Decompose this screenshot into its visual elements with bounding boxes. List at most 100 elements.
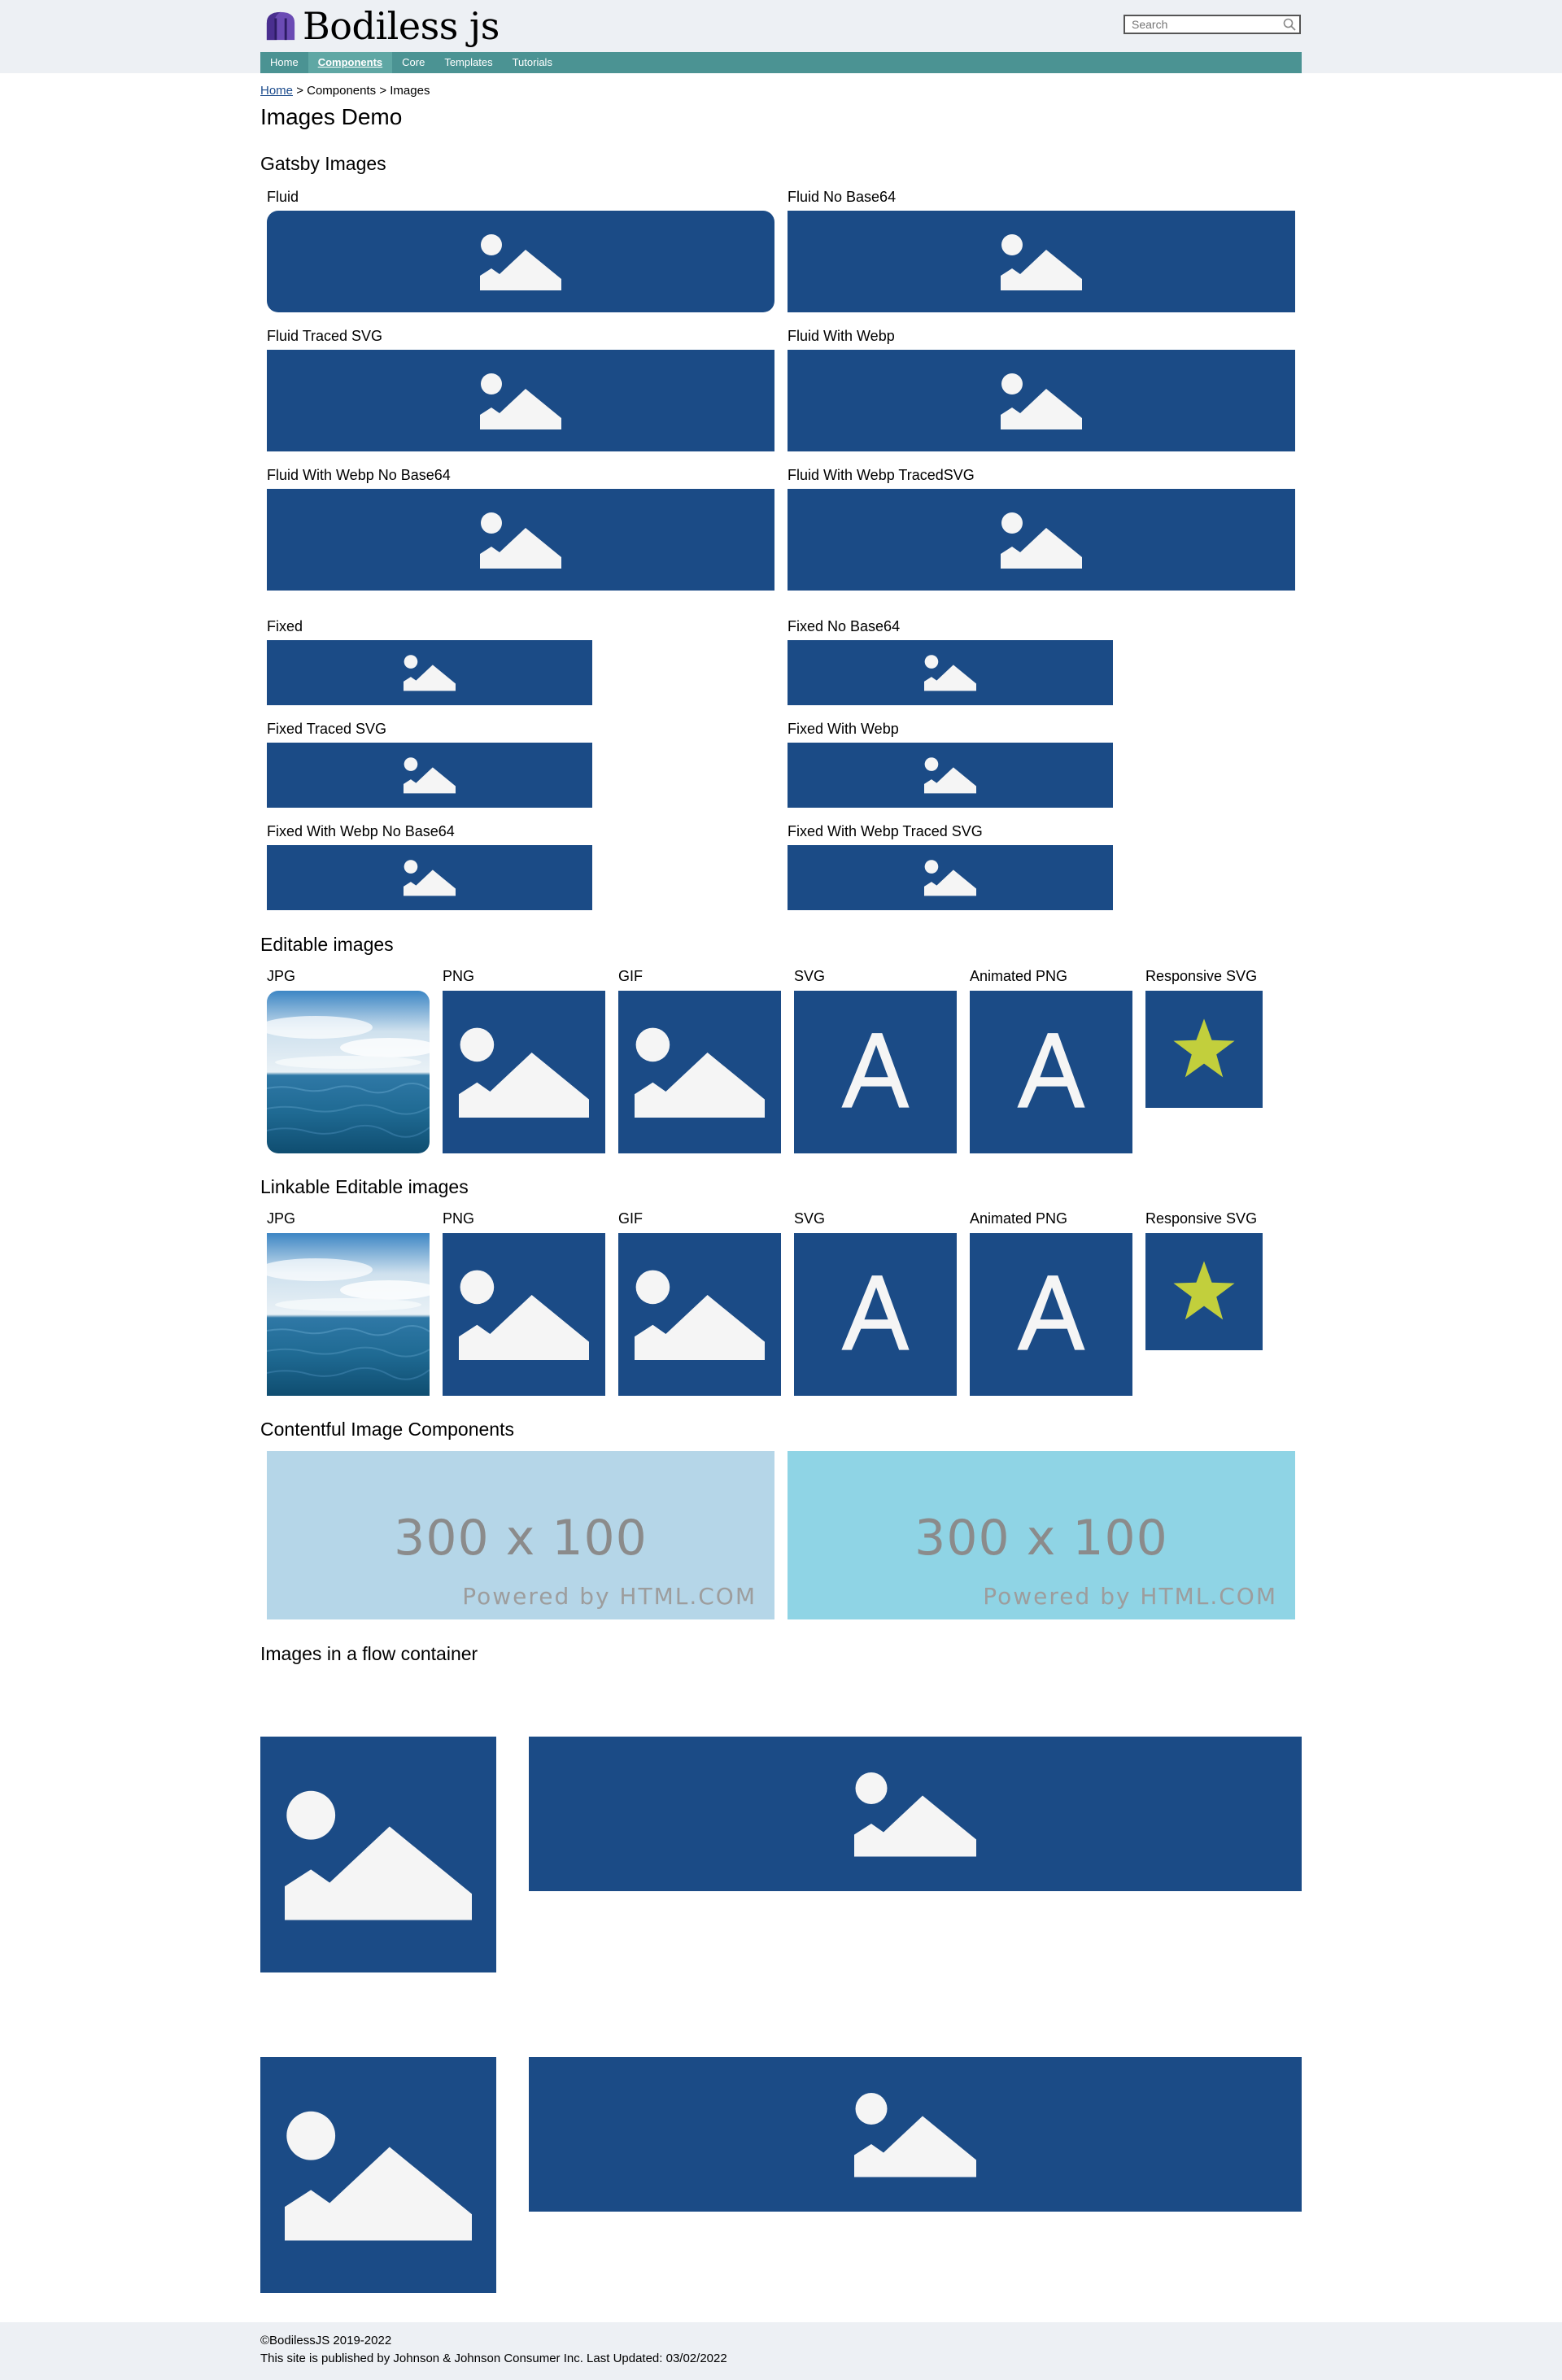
letter-a-icon — [1009, 1030, 1093, 1114]
image-placeholder-icon — [854, 2092, 976, 2177]
label-linkable-jpg: JPG — [267, 1210, 296, 1227]
search-icon[interactable] — [1283, 18, 1296, 31]
contentful-image-2[interactable]: 300 x 100 Powered by HTML.COM — [788, 1451, 1295, 1619]
section-title-contentful: Contentful Image Components — [260, 1419, 514, 1440]
site-logo[interactable]: Bodiless js — [265, 3, 500, 49]
image-fixed-webp-no-base64[interactable] — [267, 845, 592, 910]
search-box[interactable] — [1124, 15, 1301, 34]
main-nav: Home Components Core Templates Tutorials — [260, 52, 1302, 73]
image-placeholder-icon — [1001, 512, 1082, 569]
linkable-jpg-image[interactable] — [267, 1233, 430, 1396]
editable-svg-image[interactable] — [794, 991, 957, 1153]
image-placeholder-icon — [1001, 373, 1082, 429]
letter-a-icon — [1009, 1272, 1093, 1357]
logo-icon — [266, 11, 295, 41]
image-fixed-traced-svg[interactable] — [267, 743, 592, 808]
editable-animated-png-image[interactable] — [970, 991, 1132, 1153]
logo-text: Bodiless js — [303, 4, 500, 48]
image-fluid-with-webp[interactable] — [788, 350, 1295, 451]
image-fixed-webp-traced-svg[interactable] — [788, 845, 1113, 910]
image-placeholder-icon — [635, 1027, 765, 1118]
nav-core[interactable]: Core — [392, 52, 434, 73]
nav-home[interactable]: Home — [260, 52, 308, 73]
breadcrumb-home-link[interactable]: Home — [260, 84, 293, 98]
linkable-responsive-svg-image[interactable] — [1145, 1233, 1263, 1350]
placeholder-brand-text: Powered by HTML.COM — [462, 1583, 757, 1610]
label-linkable-responsive-svg: Responsive SVG — [1145, 1210, 1258, 1227]
star-icon — [1172, 1259, 1237, 1324]
label-fixed: Fixed — [267, 618, 303, 634]
flow-image-wide-2[interactable] — [529, 2057, 1302, 2212]
site-footer — [0, 2322, 1562, 2380]
nav-templates[interactable]: Templates — [434, 52, 502, 73]
label-fluid-webp-tracedsvg: Fluid With Webp TracedSVG — [788, 467, 975, 483]
linkable-png-image[interactable] — [443, 1233, 605, 1396]
search-input[interactable] — [1125, 18, 1282, 31]
editable-png-image[interactable] — [443, 991, 605, 1153]
breadcrumb: Home > Components > Images — [260, 84, 430, 98]
image-fixed-no-base64[interactable] — [788, 640, 1113, 705]
image-fluid-traced-svg[interactable] — [267, 350, 774, 451]
label-fixed-webp-no-base64: Fixed With Webp No Base64 — [267, 823, 455, 839]
image-placeholder-icon — [924, 860, 976, 896]
star-icon — [1172, 1017, 1237, 1082]
footer-copyright: ©BodilessJS 2019-2022 — [260, 2334, 392, 2347]
image-fluid-webp-tracedsvg[interactable] — [788, 489, 1295, 591]
label-linkable-animated-png: Animated PNG — [970, 1210, 1068, 1227]
label-linkable-gif: GIF — [618, 1210, 643, 1227]
editable-gif-image[interactable] — [618, 991, 781, 1153]
image-fluid-no-base64[interactable] — [788, 211, 1295, 312]
ocean-photo — [267, 1233, 430, 1396]
image-fluid[interactable] — [267, 211, 774, 312]
label-fluid-webp-no-base64: Fluid With Webp No Base64 — [267, 467, 451, 483]
placeholder-brand-text: Powered by HTML.COM — [983, 1583, 1277, 1610]
label-linkable-svg: SVG — [794, 1210, 826, 1227]
image-placeholder-icon — [480, 233, 561, 290]
letter-a-icon — [833, 1272, 918, 1357]
image-placeholder-icon — [285, 2110, 472, 2241]
letter-a-icon — [833, 1030, 918, 1114]
image-placeholder-icon — [404, 860, 456, 896]
section-title-flow: Images in a flow container — [260, 1643, 478, 1664]
label-fluid-no-base64: Fluid No Base64 — [788, 189, 897, 205]
linkable-gif-image[interactable] — [618, 1233, 781, 1396]
label-fixed-webp-traced-svg: Fixed With Webp Traced SVG — [788, 823, 983, 839]
flow-image-wide-1[interactable] — [529, 1737, 1302, 1891]
linkable-svg-image[interactable] — [794, 1233, 957, 1396]
section-title-gatsby: Gatsby Images — [260, 153, 386, 174]
placeholder-size-text: 300 x 100 — [394, 1510, 648, 1567]
flow-image-square-1[interactable] — [260, 1737, 496, 1972]
placeholder-size-text: 300 x 100 — [914, 1510, 1168, 1567]
section-title-linkable: Linkable Editable images — [260, 1176, 469, 1197]
image-fixed-with-webp[interactable] — [788, 743, 1113, 808]
linkable-animated-png-image[interactable] — [970, 1233, 1132, 1396]
footer-published: This site is published by Johnson & John… — [260, 2352, 727, 2365]
image-placeholder-icon — [404, 655, 456, 691]
breadcrumb-trail: > Components > Images — [296, 84, 430, 98]
image-placeholder-icon — [459, 1027, 589, 1118]
flow-image-square-2[interactable] — [260, 2057, 496, 2293]
label-fixed-with-webp: Fixed With Webp — [788, 721, 899, 737]
image-placeholder-icon — [635, 1269, 765, 1360]
editable-jpg-image[interactable] — [267, 991, 430, 1153]
image-fixed[interactable] — [267, 640, 592, 705]
nav-components[interactable]: Components — [308, 52, 393, 73]
label-fluid: Fluid — [267, 189, 299, 205]
label-editable-responsive-svg: Responsive SVG — [1145, 968, 1258, 984]
label-fixed-traced-svg: Fixed Traced SVG — [267, 721, 387, 737]
label-editable-svg: SVG — [794, 968, 826, 984]
image-fluid-webp-no-base64[interactable] — [267, 489, 774, 591]
image-placeholder-icon — [924, 655, 976, 691]
label-editable-png: PNG — [443, 968, 475, 984]
image-placeholder-icon — [924, 757, 976, 794]
editable-responsive-svg-image[interactable] — [1145, 991, 1263, 1108]
label-editable-jpg: JPG — [267, 968, 296, 984]
label-editable-gif: GIF — [618, 968, 643, 984]
nav-tutorials[interactable]: Tutorials — [503, 52, 562, 73]
image-placeholder-icon — [459, 1269, 589, 1360]
label-editable-animated-png: Animated PNG — [970, 968, 1068, 984]
section-title-editable: Editable images — [260, 934, 394, 955]
label-linkable-png: PNG — [443, 1210, 475, 1227]
contentful-image-1[interactable]: 300 x 100 Powered by HTML.COM — [267, 1451, 774, 1619]
label-fluid-traced-svg: Fluid Traced SVG — [267, 328, 383, 344]
